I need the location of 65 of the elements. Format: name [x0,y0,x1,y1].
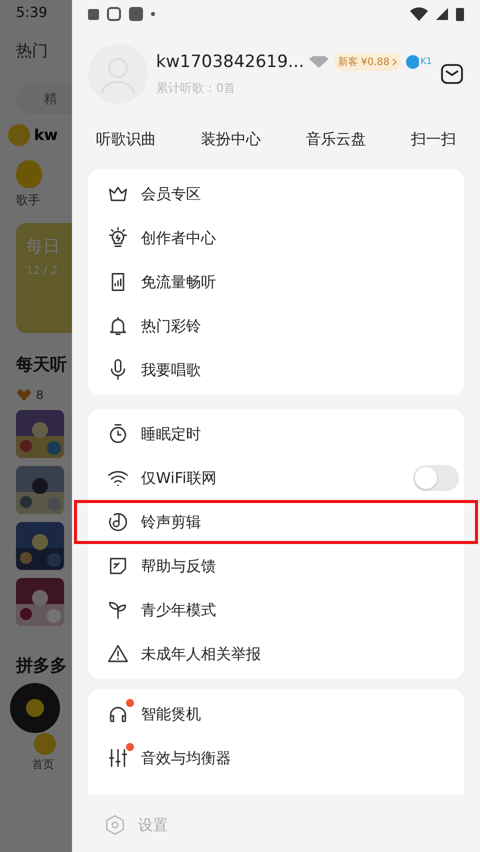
heart-icon [16,389,32,401]
battery-icon [456,7,464,21]
menu-label: 音效与均衡器 [141,748,232,768]
song-count: 8 [36,388,44,402]
card-title: 每日 [26,236,61,258]
menu-item[interactable]: 会员专区 [74,172,478,216]
menu-item[interactable]: 音效与均衡器 [74,736,478,780]
sprout-icon [107,599,129,621]
menu-item[interactable]: 智能煲机 [74,692,478,736]
chevron-icon [392,58,397,66]
toggle-switch[interactable] [413,465,459,491]
equalizer-icon [107,747,129,769]
lightbulb-icon [107,227,129,249]
level-text: K1 [420,56,432,66]
menu-item[interactable]: 铃声剪辑 [74,500,478,544]
menu-label: 帮助与反馈 [141,556,217,576]
menu-item[interactable]: 热门彩铃 [74,304,478,348]
shortcut-button[interactable]: 听歌识曲 [88,124,164,155]
menu-item[interactable]: 免流量畅听 [74,260,478,304]
notification-icon [88,8,99,20]
shortcut-button[interactable]: 扫一扫 [403,124,464,155]
warning-icon [107,643,129,665]
menu-label: 未成年人相关举报 [141,644,262,664]
user-name: kw [34,126,58,144]
menu-item[interactable]: 创作者中心 [74,216,478,260]
menu-item[interactable]: 未成年人相关举报 [74,632,478,676]
menu-item[interactable]: 仅WiFi联网 [74,456,478,500]
edit-icon [107,555,129,577]
menu-label: 我要唱歌 [141,360,202,380]
username[interactable]: kw1703842619... [156,52,304,72]
menu-item[interactable]: 睡眠定时 [74,412,478,456]
app-icon [107,7,121,21]
section-title: 每天听 [16,354,68,376]
menu-label: 仅WiFi联网 [141,468,218,488]
dot-icon [151,12,155,16]
menu-label: 睡眠定时 [141,424,202,444]
card-date: 12 / 2 [26,264,59,277]
menu-label: 青少年模式 [141,600,217,620]
menu-item[interactable]: 青少年模式 [74,588,478,632]
wifi-icon [410,7,428,21]
vinyl-disc-icon[interactable] [10,683,60,733]
menu-item[interactable]: 我要唱歌 [74,348,478,392]
menu-label: 智能煲机 [141,704,202,724]
mail-icon[interactable] [440,63,464,85]
menu-item[interactable]: 帮助与反馈 [74,544,478,588]
signal-icon [436,8,448,20]
menu-label: 铃声剪辑 [141,512,202,532]
menu-label: 免流量畅听 [141,272,217,292]
section-title: 拼多多 [16,655,68,677]
timer-icon [107,423,129,445]
notification-icon [129,7,143,21]
shortcut-button[interactable]: 音乐云盘 [298,124,374,155]
settings-icon[interactable] [104,814,126,836]
status-time: 5:39 [16,5,48,21]
diamond-icon [309,56,329,68]
bell-icon [107,315,129,337]
menu-label: 会员专区 [141,184,202,204]
level-icon [406,54,420,68]
tab-label[interactable]: 热门 [16,41,72,62]
music-note-icon [107,511,129,533]
menu-label: 创作者中心 [141,228,217,248]
menu-label: 热门彩铃 [141,316,202,336]
avatar-icon [8,124,30,146]
shortcut-button[interactable]: 装扮中心 [193,124,269,155]
listen-stats: 累计听歌：0首 [156,80,237,96]
